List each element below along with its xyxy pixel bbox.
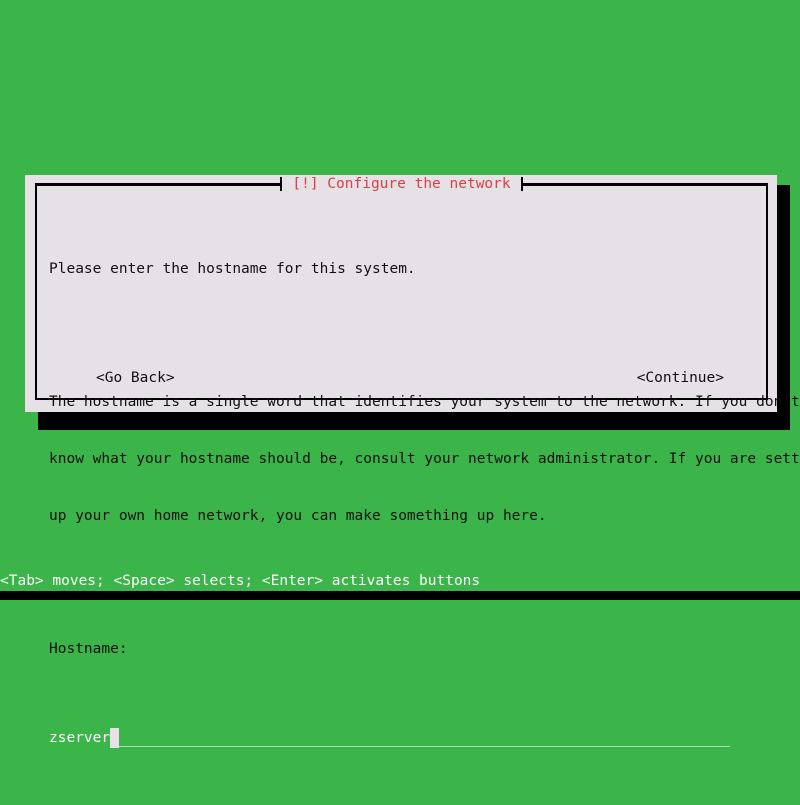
configure-network-dialog: [!] Configure the network Please enter t… (25, 175, 800, 748)
dialog-content: Please enter the hostname for this syste… (49, 203, 800, 805)
bottom-black-strip (0, 591, 800, 600)
description-line: up your own home network, you can make s… (49, 508, 547, 524)
description-line: The hostname is a single word that ident… (49, 394, 800, 410)
title-rule-right (522, 184, 768, 186)
intro-text: Please enter the hostname for this syste… (49, 261, 416, 277)
hostname-input[interactable]: ________________________________________… (49, 728, 762, 748)
title-rule-left (35, 184, 281, 186)
text-cursor (110, 728, 120, 748)
dialog-title-bar: [!] Configure the network (35, 175, 768, 193)
status-bar-hints: <Tab> moves; <Space> selects; <Enter> ac… (0, 571, 800, 591)
go-back-button[interactable]: <Go Back> (96, 368, 175, 388)
hostname-fill-line: ________________________________________… (49, 731, 730, 747)
dialog-button-row: <Go Back> <Continue> (49, 368, 757, 388)
hostname-label: Hostname: (49, 641, 128, 657)
continue-button[interactable]: <Continue> (637, 368, 724, 388)
hostname-input-value: zserver (49, 728, 111, 748)
dialog-title: [!] Configure the network (282, 175, 521, 193)
description-line: know what your hostname should be, consu… (49, 451, 800, 467)
